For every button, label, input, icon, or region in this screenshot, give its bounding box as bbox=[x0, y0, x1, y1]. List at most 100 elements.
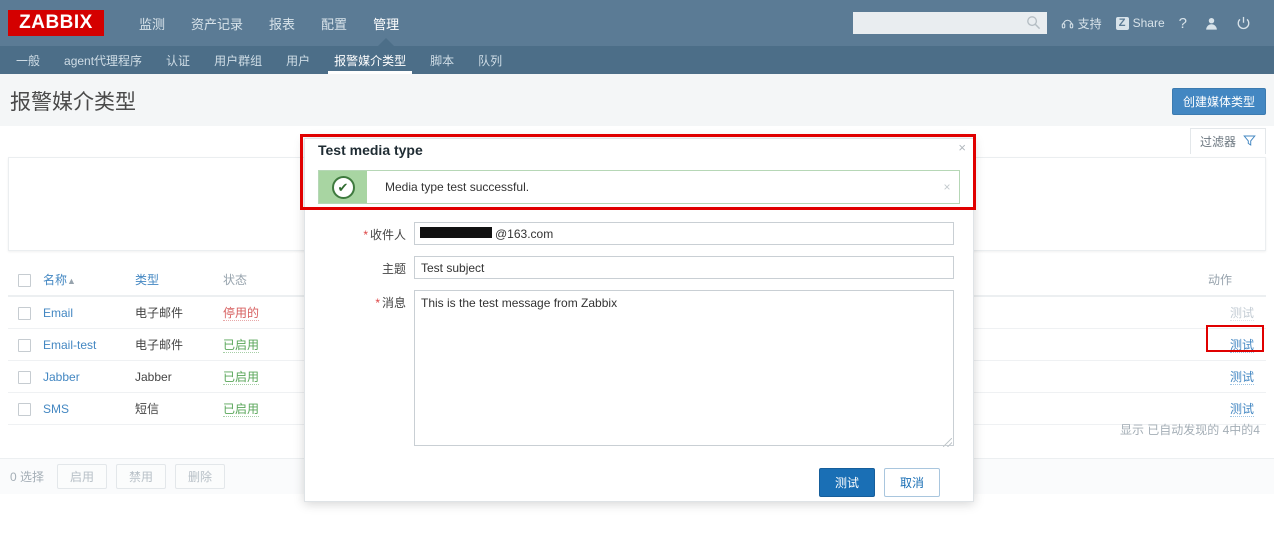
dialog-cancel-button[interactable]: 取消 bbox=[883, 467, 940, 497]
status-badge[interactable]: 已启用 bbox=[223, 338, 260, 353]
enable-button[interactable]: 启用 bbox=[57, 464, 108, 489]
filter-tab[interactable]: 过滤器 bbox=[1189, 128, 1266, 154]
zabbix-media-type-page: ZABBIX 监测 资产记录 报表 配置 管理 支持 Z Share ? 一般 … bbox=[0, 0, 1274, 542]
share-link[interactable]: Z Share bbox=[1115, 16, 1165, 30]
headset-icon bbox=[1061, 17, 1074, 30]
sort-ascending-icon: ▲ bbox=[67, 276, 76, 286]
dialog-close-icon[interactable]: × bbox=[958, 141, 966, 154]
row-select-cell bbox=[8, 360, 37, 393]
row-type-cell: 电子邮件 bbox=[129, 328, 217, 361]
test-link[interactable]: 测试 bbox=[1229, 370, 1254, 385]
row-status-cell: 已启用 bbox=[217, 392, 299, 425]
row-checkbox[interactable] bbox=[18, 370, 31, 384]
check-circle-icon: ✔ bbox=[331, 175, 355, 199]
row-select-cell bbox=[8, 328, 37, 361]
row-name-cell: Email bbox=[37, 296, 129, 329]
user-profile-icon[interactable] bbox=[1204, 16, 1219, 31]
header-right-tools: 支持 Z Share ? bbox=[852, 0, 1268, 46]
test-link[interactable]: 测试 bbox=[1229, 402, 1254, 417]
row-checkbox[interactable] bbox=[18, 306, 31, 320]
dialog-title: Test media type bbox=[318, 142, 423, 158]
main-navigation: 监测 资产记录 报表 配置 管理 bbox=[126, 0, 412, 46]
disable-button[interactable]: 禁用 bbox=[116, 464, 167, 489]
status-badge[interactable]: 停用的 bbox=[223, 306, 260, 321]
row-checkbox[interactable] bbox=[18, 338, 31, 352]
row-name-cell: SMS bbox=[37, 392, 129, 425]
media-type-link[interactable]: SMS bbox=[43, 402, 69, 416]
zabbix-logo[interactable]: ZABBIX bbox=[8, 10, 104, 36]
share-label: Share bbox=[1132, 16, 1165, 30]
column-header-name-label: 名称 bbox=[43, 273, 68, 287]
search-input[interactable] bbox=[852, 12, 1047, 34]
power-signout-icon[interactable] bbox=[1236, 16, 1251, 31]
recipient-input[interactable] bbox=[414, 222, 954, 245]
dialog-test-button[interactable]: 测试 bbox=[818, 467, 875, 497]
column-header-name[interactable]: 名称▲ bbox=[37, 264, 129, 297]
sub-navigation: 一般 agent代理程序 认证 用户群组 用户 报警媒介类型 脚本 队列 bbox=[0, 46, 1274, 74]
subject-form-row: 主题 bbox=[340, 256, 954, 279]
subnav-item-general[interactable]: 一般 bbox=[4, 46, 52, 74]
message-textarea-wrapper bbox=[414, 290, 954, 449]
delete-button[interactable]: 删除 bbox=[175, 464, 226, 489]
main-nav-monitoring[interactable]: 监测 bbox=[126, 0, 178, 46]
row-type-cell: Jabber bbox=[129, 360, 217, 393]
subnav-item-user-groups[interactable]: 用户群组 bbox=[202, 46, 274, 74]
row-select-cell bbox=[8, 296, 37, 329]
row-status-cell: 停用的 bbox=[217, 296, 299, 329]
main-nav-administration[interactable]: 管理 bbox=[360, 0, 412, 46]
row-action-cell: 测试 bbox=[1202, 296, 1266, 329]
row-type-cell: 电子邮件 bbox=[129, 296, 217, 329]
top-header-bar: ZABBIX 监测 资产记录 报表 配置 管理 支持 Z Share ? bbox=[0, 0, 1274, 46]
select-all-header bbox=[8, 264, 37, 297]
row-name-cell: Jabber bbox=[37, 360, 129, 393]
subject-input[interactable] bbox=[414, 256, 954, 279]
page-title: 报警媒介类型 bbox=[10, 91, 136, 114]
status-badge[interactable]: 已启用 bbox=[223, 370, 260, 385]
column-header-type-label: 类型 bbox=[135, 273, 160, 287]
row-action-cell: 测试 bbox=[1202, 328, 1266, 361]
search-container bbox=[852, 12, 1047, 34]
message-form-row: * 消息 bbox=[340, 290, 954, 449]
success-icon-cell: ✔ bbox=[319, 171, 367, 203]
row-select-cell bbox=[8, 392, 37, 425]
table-footer-count: 显示 已自动发现的 4中的4 bbox=[1119, 423, 1260, 437]
subnav-item-scripts[interactable]: 脚本 bbox=[418, 46, 466, 74]
row-status-cell: 已启用 bbox=[217, 328, 299, 361]
share-icon: Z bbox=[1115, 16, 1129, 30]
support-label: 支持 bbox=[1077, 16, 1102, 31]
page-header-band bbox=[0, 74, 1274, 126]
help-link[interactable]: ? bbox=[1179, 15, 1187, 32]
message-close-icon[interactable]: × bbox=[935, 171, 959, 203]
subnav-item-media-types[interactable]: 报警媒介类型 bbox=[322, 46, 418, 74]
filter-tab-label: 过滤器 bbox=[1199, 135, 1236, 149]
subnav-item-queue[interactable]: 队列 bbox=[466, 46, 514, 74]
recipient-label: * 收件人 bbox=[340, 222, 414, 243]
media-type-link[interactable]: Email-test bbox=[43, 338, 96, 352]
row-action-cell: 测试 bbox=[1202, 360, 1266, 393]
support-link[interactable]: 支持 bbox=[1061, 15, 1102, 32]
test-link-highlighted[interactable]: 测试 bbox=[1229, 338, 1254, 353]
row-action-cell: 测试 bbox=[1202, 392, 1266, 425]
create-media-type-button[interactable]: 创建媒体类型 bbox=[1171, 88, 1266, 115]
media-type-link[interactable]: Jabber bbox=[43, 370, 80, 384]
row-name-cell: Email-test bbox=[37, 328, 129, 361]
main-nav-inventory[interactable]: 资产记录 bbox=[178, 0, 256, 46]
message-textarea[interactable] bbox=[414, 290, 954, 446]
main-nav-reports[interactable]: 报表 bbox=[256, 0, 308, 46]
status-badge[interactable]: 已启用 bbox=[223, 402, 260, 417]
select-all-checkbox[interactable] bbox=[18, 273, 31, 287]
search-icon[interactable] bbox=[1026, 15, 1041, 30]
subnav-item-users[interactable]: 用户 bbox=[274, 46, 322, 74]
success-message-box: ✔ Media type test successful. × bbox=[318, 170, 960, 204]
column-header-type[interactable]: 类型 bbox=[129, 264, 217, 297]
row-checkbox[interactable] bbox=[18, 402, 31, 416]
media-type-link[interactable]: Email bbox=[43, 306, 73, 320]
message-label: * 消息 bbox=[340, 290, 414, 311]
column-header-status: 状态 bbox=[217, 264, 299, 297]
main-nav-configuration[interactable]: 配置 bbox=[308, 0, 360, 46]
subnav-item-proxies[interactable]: agent代理程序 bbox=[52, 46, 154, 74]
test-link[interactable]: 测试 bbox=[1229, 306, 1254, 321]
dialog-footer: 测试 取消 bbox=[304, 462, 974, 502]
recipient-label-text: 收件人 bbox=[369, 228, 406, 242]
subnav-item-authentication[interactable]: 认证 bbox=[154, 46, 202, 74]
